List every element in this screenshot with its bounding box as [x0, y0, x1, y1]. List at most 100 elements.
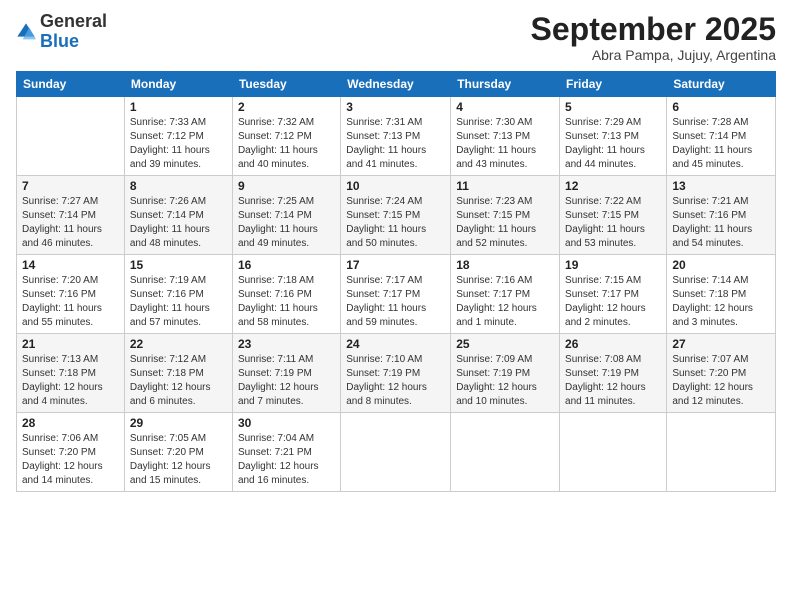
day-number: 26 [565, 337, 661, 351]
table-row: 8 Sunrise: 7:26 AMSunset: 7:14 PMDaylight… [124, 176, 232, 255]
day-number: 13 [672, 179, 770, 193]
table-row: 4 Sunrise: 7:30 AMSunset: 7:13 PMDaylight… [451, 97, 560, 176]
page: General Blue September 2025 Abra Pampa, … [0, 0, 792, 612]
day-info: Sunrise: 7:30 AMSunset: 7:13 PMDaylight:… [456, 116, 554, 172]
day-number: 22 [130, 337, 227, 351]
day-number: 24 [346, 337, 445, 351]
day-number: 23 [238, 337, 335, 351]
day-number: 8 [130, 179, 227, 193]
day-info: Sunrise: 7:26 AMSunset: 7:14 PMDaylight:… [130, 195, 227, 251]
header-friday: Friday [560, 72, 667, 97]
table-row: 22 Sunrise: 7:12 AMSunset: 7:18 PMDayligh… [124, 334, 232, 413]
day-info: Sunrise: 7:12 AMSunset: 7:18 PMDaylight:… [130, 353, 227, 409]
table-row: 30 Sunrise: 7:04 AMSunset: 7:21 PMDayligh… [232, 413, 340, 492]
table-row: 10Sunrise: 7:24 AMSunset: 7:15 PMDayligh… [341, 176, 451, 255]
header-wednesday: Wednesday [341, 72, 451, 97]
calendar-week-4: 21Sunrise: 7:13 AMSunset: 7:18 PMDayligh… [17, 334, 776, 413]
day-info: Sunrise: 7:28 AMSunset: 7:14 PMDaylight:… [672, 116, 770, 172]
table-row: 20 Sunrise: 7:14 AMSunset: 7:18 PMDayligh… [667, 255, 776, 334]
day-info: Sunrise: 7:22 AMSunset: 7:15 PMDaylight:… [565, 195, 661, 251]
table-row: 14Sunrise: 7:20 AMSunset: 7:16 PMDayligh… [17, 255, 125, 334]
day-number: 14 [22, 258, 119, 272]
title-block: September 2025 Abra Pampa, Jujuy, Argent… [531, 12, 776, 63]
table-row: 29 Sunrise: 7:05 AMSunset: 7:20 PMDayligh… [124, 413, 232, 492]
table-row: 28Sunrise: 7:06 AMSunset: 7:20 PMDayligh… [17, 413, 125, 492]
logo-text: General Blue [40, 12, 107, 52]
day-info: Sunrise: 7:19 AMSunset: 7:16 PMDaylight:… [130, 274, 227, 330]
day-number: 19 [565, 258, 661, 272]
calendar-week-1: 1Sunrise: 7:33 AMSunset: 7:12 PMDaylight… [17, 97, 776, 176]
day-number: 17 [346, 258, 445, 272]
day-number: 16 [238, 258, 335, 272]
day-info: Sunrise: 7:27 AMSunset: 7:14 PMDaylight:… [22, 195, 119, 251]
calendar-table: Sunday Monday Tuesday Wednesday Thursday… [16, 71, 776, 492]
day-number: 5 [565, 100, 661, 114]
day-info: Sunrise: 7:08 AMSunset: 7:19 PMDaylight:… [565, 353, 661, 409]
table-row [17, 97, 125, 176]
day-info: Sunrise: 7:06 AMSunset: 7:20 PMDaylight:… [22, 432, 119, 488]
day-number: 29 [130, 416, 227, 430]
day-number: 12 [565, 179, 661, 193]
day-number: 3 [346, 100, 445, 114]
table-row [560, 413, 667, 492]
day-info: Sunrise: 7:04 AMSunset: 7:21 PMDaylight:… [238, 432, 335, 488]
logo-icon [16, 22, 36, 42]
header-sunday: Sunday [17, 72, 125, 97]
month-title: September 2025 [531, 12, 776, 47]
table-row: 1Sunrise: 7:33 AMSunset: 7:12 PMDaylight… [124, 97, 232, 176]
day-number: 18 [456, 258, 554, 272]
day-number: 4 [456, 100, 554, 114]
header-monday: Monday [124, 72, 232, 97]
table-row: 27 Sunrise: 7:07 AMSunset: 7:20 PMDayligh… [667, 334, 776, 413]
location-subtitle: Abra Pampa, Jujuy, Argentina [531, 47, 776, 63]
table-row: 25Sunrise: 7:09 AMSunset: 7:19 PMDayligh… [451, 334, 560, 413]
logo-blue: Blue [40, 31, 79, 51]
day-number: 6 [672, 100, 770, 114]
table-row: 6 Sunrise: 7:28 AMSunset: 7:14 PMDaylight… [667, 97, 776, 176]
day-info: Sunrise: 7:07 AMSunset: 7:20 PMDaylight:… [672, 353, 770, 409]
table-row: 19 Sunrise: 7:15 AMSunset: 7:17 PMDayligh… [560, 255, 667, 334]
header: General Blue September 2025 Abra Pampa, … [16, 12, 776, 63]
day-number: 10 [346, 179, 445, 193]
table-row: 7 Sunrise: 7:27 AMSunset: 7:14 PMDaylight… [17, 176, 125, 255]
day-number: 11 [456, 179, 554, 193]
logo: General Blue [16, 12, 107, 52]
table-row: 17 Sunrise: 7:17 AMSunset: 7:17 PMDayligh… [341, 255, 451, 334]
calendar-header-row: Sunday Monday Tuesday Wednesday Thursday… [17, 72, 776, 97]
table-row: 3 Sunrise: 7:31 AMSunset: 7:13 PMDaylight… [341, 97, 451, 176]
table-row [667, 413, 776, 492]
table-row [341, 413, 451, 492]
day-info: Sunrise: 7:17 AMSunset: 7:17 PMDaylight:… [346, 274, 445, 330]
calendar-week-3: 14Sunrise: 7:20 AMSunset: 7:16 PMDayligh… [17, 255, 776, 334]
calendar-week-5: 28Sunrise: 7:06 AMSunset: 7:20 PMDayligh… [17, 413, 776, 492]
day-number: 30 [238, 416, 335, 430]
table-row: 11Sunrise: 7:23 AMSunset: 7:15 PMDayligh… [451, 176, 560, 255]
day-info: Sunrise: 7:31 AMSunset: 7:13 PMDaylight:… [346, 116, 445, 172]
table-row: 15 Sunrise: 7:19 AMSunset: 7:16 PMDayligh… [124, 255, 232, 334]
day-info: Sunrise: 7:05 AMSunset: 7:20 PMDaylight:… [130, 432, 227, 488]
day-info: Sunrise: 7:14 AMSunset: 7:18 PMDaylight:… [672, 274, 770, 330]
day-number: 2 [238, 100, 335, 114]
day-number: 20 [672, 258, 770, 272]
day-info: Sunrise: 7:32 AMSunset: 7:12 PMDaylight:… [238, 116, 335, 172]
table-row: 5Sunrise: 7:29 AMSunset: 7:13 PMDaylight… [560, 97, 667, 176]
day-info: Sunrise: 7:10 AMSunset: 7:19 PMDaylight:… [346, 353, 445, 409]
day-info: Sunrise: 7:25 AMSunset: 7:14 PMDaylight:… [238, 195, 335, 251]
day-number: 9 [238, 179, 335, 193]
day-number: 15 [130, 258, 227, 272]
day-info: Sunrise: 7:15 AMSunset: 7:17 PMDaylight:… [565, 274, 661, 330]
calendar-week-2: 7 Sunrise: 7:27 AMSunset: 7:14 PMDaylight… [17, 176, 776, 255]
table-row: 12 Sunrise: 7:22 AMSunset: 7:15 PMDayligh… [560, 176, 667, 255]
day-number: 7 [22, 179, 119, 193]
table-row: 13 Sunrise: 7:21 AMSunset: 7:16 PMDayligh… [667, 176, 776, 255]
day-number: 21 [22, 337, 119, 351]
day-number: 27 [672, 337, 770, 351]
table-row [451, 413, 560, 492]
day-number: 1 [130, 100, 227, 114]
day-info: Sunrise: 7:16 AMSunset: 7:17 PMDaylight:… [456, 274, 554, 330]
day-info: Sunrise: 7:18 AMSunset: 7:16 PMDaylight:… [238, 274, 335, 330]
table-row: 21Sunrise: 7:13 AMSunset: 7:18 PMDayligh… [17, 334, 125, 413]
table-row: 18 Sunrise: 7:16 AMSunset: 7:17 PMDayligh… [451, 255, 560, 334]
table-row: 26 Sunrise: 7:08 AMSunset: 7:19 PMDayligh… [560, 334, 667, 413]
day-info: Sunrise: 7:21 AMSunset: 7:16 PMDaylight:… [672, 195, 770, 251]
